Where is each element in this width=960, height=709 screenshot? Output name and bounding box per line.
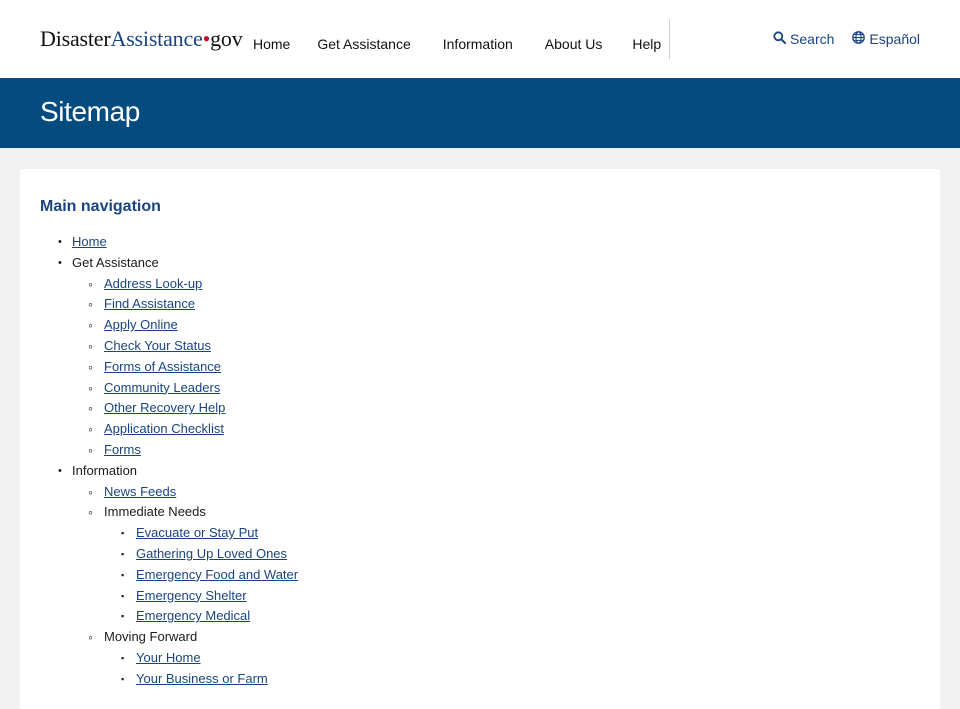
nav-information[interactable]: Information bbox=[443, 36, 513, 52]
list-item: Forms bbox=[72, 440, 298, 461]
sitemap-link[interactable]: Your Business or Farm bbox=[136, 671, 268, 686]
moving-forward-list: Your Home Your Business or Farm bbox=[104, 648, 298, 690]
logo-text-gov: gov bbox=[210, 26, 243, 51]
list-item: Emergency Food and Water bbox=[104, 565, 298, 586]
main-nav: Home Get Assistance Information About Us… bbox=[253, 36, 661, 52]
sitemap-link[interactable]: Community Leaders bbox=[104, 380, 220, 395]
search-link[interactable]: Search bbox=[773, 31, 834, 47]
site-header: DisasterAssistance•gov Home Get Assistan… bbox=[0, 0, 960, 78]
sitemap-link[interactable]: Check Your Status bbox=[104, 338, 211, 353]
list-item: Address Look-up bbox=[72, 274, 298, 295]
list-item: Home bbox=[40, 232, 298, 253]
sitemap-link-home[interactable]: Home bbox=[72, 234, 107, 249]
sitemap-content: Main navigation Home Get Assistance Addr… bbox=[20, 169, 940, 709]
section-label-information: Information bbox=[72, 462, 138, 478]
page-banner: Sitemap bbox=[0, 78, 960, 148]
list-item: Emergency Medical bbox=[104, 606, 298, 627]
list-item: Find Assistance bbox=[72, 294, 298, 315]
list-item: Community Leaders bbox=[72, 378, 298, 399]
immediate-needs-list: Evacuate or Stay Put Gathering Up Loved … bbox=[104, 523, 298, 627]
search-icon bbox=[773, 31, 790, 47]
site-logo[interactable]: DisasterAssistance•gov bbox=[40, 26, 243, 52]
list-item: Forms of Assistance bbox=[72, 357, 298, 378]
language-toggle[interactable]: Español bbox=[852, 31, 920, 47]
section-label-immediate-needs: Immediate Needs bbox=[104, 504, 206, 520]
sitemap-link[interactable]: Gathering Up Loved Ones bbox=[136, 546, 287, 561]
nav-divider bbox=[669, 19, 670, 59]
sitemap-link[interactable]: Forms of Assistance bbox=[104, 359, 221, 374]
utility-nav: Search Español bbox=[773, 31, 920, 47]
sitemap-link[interactable]: Application Checklist bbox=[104, 421, 224, 436]
nav-get-assistance[interactable]: Get Assistance bbox=[317, 36, 410, 52]
sitemap-tree: Home Get Assistance Address Look-up Find… bbox=[40, 232, 298, 690]
list-item: Apply Online bbox=[72, 315, 298, 336]
sitemap-link[interactable]: Apply Online bbox=[104, 317, 178, 332]
list-item: Other Recovery Help bbox=[72, 398, 298, 419]
logo-text-disaster: Disaster bbox=[40, 26, 111, 51]
list-item: Information News Feeds Immediate Needs E… bbox=[40, 461, 298, 690]
sitemap-link[interactable]: Forms bbox=[104, 442, 141, 457]
section-heading: Main navigation bbox=[40, 198, 161, 215]
list-item: Application Checklist bbox=[72, 419, 298, 440]
list-item: Your Business or Farm bbox=[104, 669, 298, 690]
language-label: Español bbox=[869, 31, 920, 47]
list-item: News Feeds bbox=[72, 482, 298, 503]
search-label: Search bbox=[790, 31, 835, 47]
sitemap-link[interactable]: Emergency Food and Water bbox=[136, 567, 298, 582]
sitemap-link[interactable]: Evacuate or Stay Put bbox=[136, 525, 258, 540]
section-label-get-assistance: Get Assistance bbox=[72, 254, 159, 270]
sitemap-link[interactable]: Your Home bbox=[136, 650, 201, 665]
section-label-moving-forward: Moving Forward bbox=[104, 629, 198, 645]
page-title: Sitemap bbox=[40, 96, 140, 127]
list-item: Get Assistance Address Look-up Find Assi… bbox=[40, 253, 298, 461]
sitemap-link[interactable]: Other Recovery Help bbox=[104, 400, 225, 415]
nav-about-us[interactable]: About Us bbox=[545, 36, 603, 52]
list-item: Immediate Needs Evacuate or Stay Put Gat… bbox=[72, 502, 298, 627]
globe-icon bbox=[852, 31, 869, 47]
list-item: Moving Forward Your Home Your Business o… bbox=[72, 627, 298, 689]
list-item: Check Your Status bbox=[72, 336, 298, 357]
sitemap-link[interactable]: Address Look-up bbox=[104, 276, 202, 291]
nav-home[interactable]: Home bbox=[253, 36, 290, 52]
sitemap-link[interactable]: News Feeds bbox=[104, 484, 176, 499]
get-assistance-list: Address Look-up Find Assistance Apply On… bbox=[72, 274, 298, 461]
information-list: News Feeds Immediate Needs Evacuate or S… bbox=[72, 482, 298, 690]
nav-help[interactable]: Help bbox=[632, 36, 661, 52]
logo-text-assistance: Assistance bbox=[110, 26, 203, 51]
sitemap-link[interactable]: Find Assistance bbox=[104, 296, 195, 311]
list-item: Evacuate or Stay Put bbox=[104, 523, 298, 544]
list-item: Gathering Up Loved Ones bbox=[104, 544, 298, 565]
sitemap-link[interactable]: Emergency Medical bbox=[136, 608, 250, 623]
sitemap-link[interactable]: Emergency Shelter bbox=[136, 588, 247, 603]
list-item: Emergency Shelter bbox=[104, 586, 298, 607]
logo-dot: • bbox=[202, 26, 211, 51]
list-item: Your Home bbox=[104, 648, 298, 669]
